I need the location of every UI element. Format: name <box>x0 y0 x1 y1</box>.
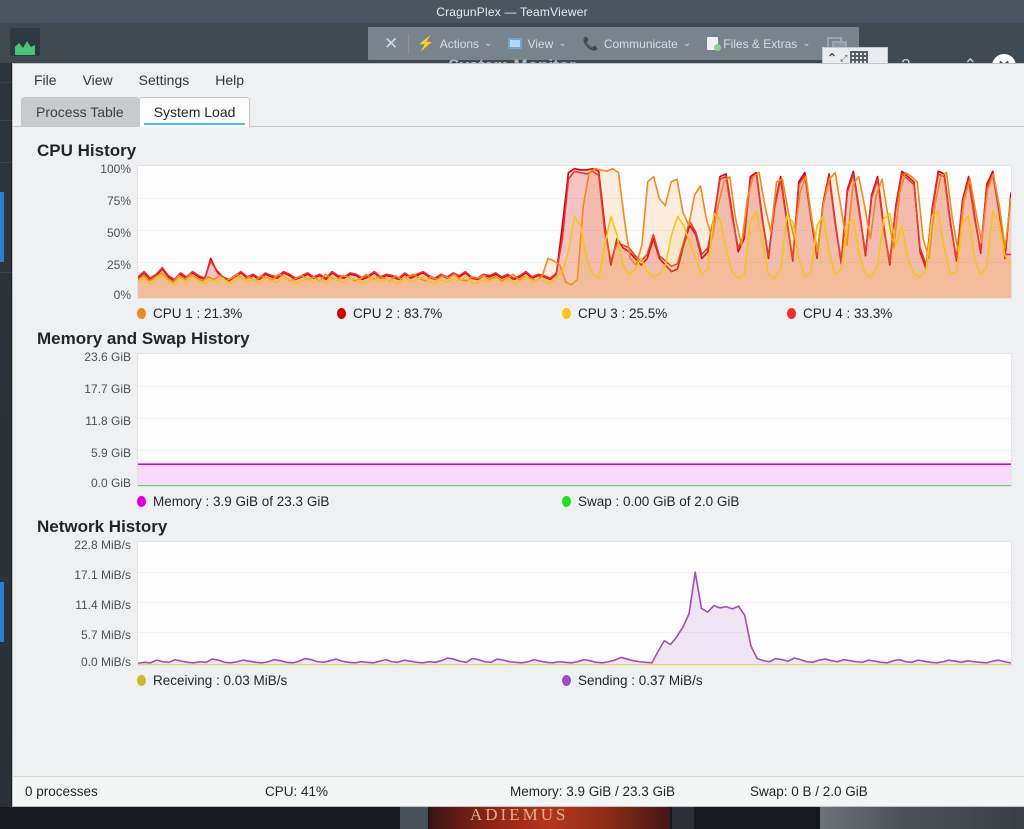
system-load-content: CPU History 100% 75% 50% 25% 0% CPU 1: … <box>13 127 1024 776</box>
legend-dot-cpu1 <box>137 308 146 319</box>
legend-label-cpu2: CPU 2 : 83.7% <box>353 306 443 321</box>
menu-settings[interactable]: Settings <box>128 68 201 92</box>
toolbar-item-communicate-label: Communicate <box>603 36 678 51</box>
network-y-tick: 22.8 MiB/s <box>74 538 131 552</box>
status-swap: Swap: 0 B / 2.0 GiB <box>750 784 868 799</box>
menubar: File View Settings Help <box>13 64 1024 95</box>
legend-label-cpu1: CPU 1 : 21.3% <box>153 306 243 321</box>
toolbar-item-view-label: View <box>527 36 554 51</box>
legend-dot-cpu3 <box>562 308 571 319</box>
legend-dot-cpu2 <box>337 308 346 319</box>
menu-help[interactable]: Help <box>204 68 255 92</box>
teamviewer-toolbar-row: ✕ ⚡ Actions ⌄ View ⌄ 📞 Communicate ⌄ Fil… <box>0 23 1024 78</box>
desktop-left-panel <box>0 22 12 829</box>
cpu-y-tick: 75% <box>106 194 131 208</box>
teamviewer-toolbar: ✕ ⚡ Actions ⌄ View ⌄ 📞 Communicate ⌄ Fil… <box>368 27 859 60</box>
legend-dot-cpu4 <box>787 308 796 319</box>
legend-item-cpu3: CPU 3 : 25.5% <box>562 306 787 321</box>
teamviewer-title: CragunPlex — TeamViewer <box>436 4 588 19</box>
legend-label-sending: Sending : 0.37 MiB/s <box>578 673 703 688</box>
cpu-legend: CPU 1 : 21.3% CPU 2 : 83.7% CPU 3 : 25.5… <box>137 306 1012 321</box>
legend-dot-swap <box>562 496 571 507</box>
network-legend: Receiving : 0.03 MiB/s Sending : 0.37 Mi… <box>137 673 1012 688</box>
cpu-y-tick: 0% <box>113 288 131 302</box>
legend-dot-receiving <box>137 675 146 686</box>
chart-icon <box>10 28 40 56</box>
status-memory: Memory: 3.9 GiB / 23.3 GiB <box>510 784 676 799</box>
fullscreen-expand-icon[interactable]: ⤢ <box>840 53 847 63</box>
memory-y-tick: 11.8 GiB <box>85 414 131 428</box>
legend-label-swap: Swap : 0.00 GiB of 2.0 GiB <box>578 494 740 509</box>
cpu-history-plot[interactable] <box>137 165 1012 299</box>
monitor-icon <box>508 38 523 49</box>
network-y-tick: 0.0 MiB/s <box>80 655 131 669</box>
desktop-taskbar-area: ADIEMUS <box>0 805 1024 829</box>
memory-y-tick: 23.6 GiB <box>84 350 131 364</box>
cpu-history-section: CPU History 100% 75% 50% 25% 0% CPU 1: … <box>25 141 1012 321</box>
memory-y-tick: 17.7 GiB <box>84 382 131 396</box>
cpu-y-axis: 100% 75% 50% 25% 0% <box>25 162 137 302</box>
legend-label-cpu4: CPU 4 : 33.3% <box>803 306 893 321</box>
menu-file[interactable]: File <box>23 68 68 92</box>
network-y-tick: 5.7 MiB/s <box>80 628 131 642</box>
cpu-y-tick: 25% <box>106 258 131 272</box>
chevron-down-icon: ⌄ <box>682 38 692 49</box>
memory-y-tick: 0.0 GiB <box>90 476 131 490</box>
toolbar-item-files-extras-label: Files & Extras <box>723 36 798 51</box>
legend-label-receiving: Receiving : 0.03 MiB/s <box>153 673 288 688</box>
legend-item-memory: Memory : 3.9 GiB of 23.3 GiB <box>137 494 562 509</box>
menu-view[interactable]: View <box>72 68 124 92</box>
toolbar-item-communicate[interactable]: 📞 Communicate ⌄ <box>575 27 700 60</box>
system-monitor-window: File View Settings Help Process Table Sy… <box>12 63 1024 807</box>
chevron-down-icon: ⌄ <box>802 38 811 49</box>
network-y-axis: 22.8 MiB/s 17.1 MiB/s 11.4 MiB/s 5.7 MiB… <box>25 538 137 669</box>
legend-item-receiving: Receiving : 0.03 MiB/s <box>137 673 562 688</box>
toolbar-item-actions-label: Actions <box>439 36 480 51</box>
tab-system-load[interactable]: System Load <box>138 97 251 127</box>
network-y-tick: 17.1 MiB/s <box>74 568 131 582</box>
tabbar: Process Table System Load <box>13 95 1024 127</box>
memory-swap-history-section: Memory and Swap History 23.6 GiB 17.7 Gi… <box>25 329 1012 509</box>
memory-swap-history-title: Memory and Swap History <box>37 329 250 348</box>
cpu-y-tick: 100% <box>100 162 131 176</box>
statusbar: 0 processes CPU: 41% Memory: 3.9 GiB / 2… <box>13 776 1024 806</box>
chevron-down-icon: ⌄ <box>558 38 567 49</box>
cpu-history-title: CPU History <box>37 141 137 160</box>
network-y-tick: 11.4 MiB/s <box>75 598 131 612</box>
legend-item-cpu1: CPU 1 : 21.3% <box>137 306 337 321</box>
teamviewer-titlebar[interactable]: CragunPlex — TeamViewer <box>0 0 1024 23</box>
status-processes: 0 processes <box>25 784 98 799</box>
memory-y-tick: 5.9 GiB <box>90 446 131 460</box>
desktop-poster-text: ADIEMUS <box>470 805 569 824</box>
status-cpu: CPU: 41% <box>265 784 329 799</box>
network-history-plot[interactable] <box>137 541 1012 666</box>
chevron-down-icon: ⌄ <box>484 38 493 49</box>
legend-dot-sending <box>562 675 571 686</box>
toolbar-item-files-extras[interactable]: Files & Extras ⌄ <box>699 27 818 60</box>
teamviewer-close-session-button[interactable]: ✕ <box>374 35 408 52</box>
cpu-y-tick: 50% <box>106 226 131 240</box>
memory-legend: Memory : 3.9 GiB of 23.3 GiB Swap : 0.00… <box>137 494 1012 509</box>
legend-label-cpu3: CPU 3 : 25.5% <box>578 306 668 321</box>
file-icon <box>707 37 722 51</box>
legend-item-cpu2: CPU 2 : 83.7% <box>337 306 562 321</box>
memory-y-axis: 23.6 GiB 17.7 GiB 11.8 GiB 5.9 GiB 0.0 G… <box>25 350 137 490</box>
lightning-icon: ⚡ <box>417 35 435 51</box>
network-history-title: Network History <box>37 517 168 536</box>
legend-item-cpu4: CPU 4 : 33.3% <box>787 306 892 321</box>
legend-dot-memory <box>137 496 146 507</box>
toolbar-item-view[interactable]: View ⌄ <box>500 27 574 60</box>
legend-item-sending: Sending : 0.37 MiB/s <box>562 673 703 688</box>
toolbar-item-actions[interactable]: ⚡ Actions ⌄ <box>409 27 500 60</box>
memory-swap-history-plot[interactable] <box>137 353 1012 487</box>
phone-icon: 📞 <box>582 35 599 51</box>
network-history-section: Network History 22.8 MiB/s 17.1 MiB/s 11… <box>25 517 1012 688</box>
legend-item-swap: Swap : 0.00 GiB of 2.0 GiB <box>562 494 739 509</box>
tab-process-table[interactable]: Process Table <box>21 97 139 127</box>
legend-label-memory: Memory : 3.9 GiB of 23.3 GiB <box>153 494 330 509</box>
